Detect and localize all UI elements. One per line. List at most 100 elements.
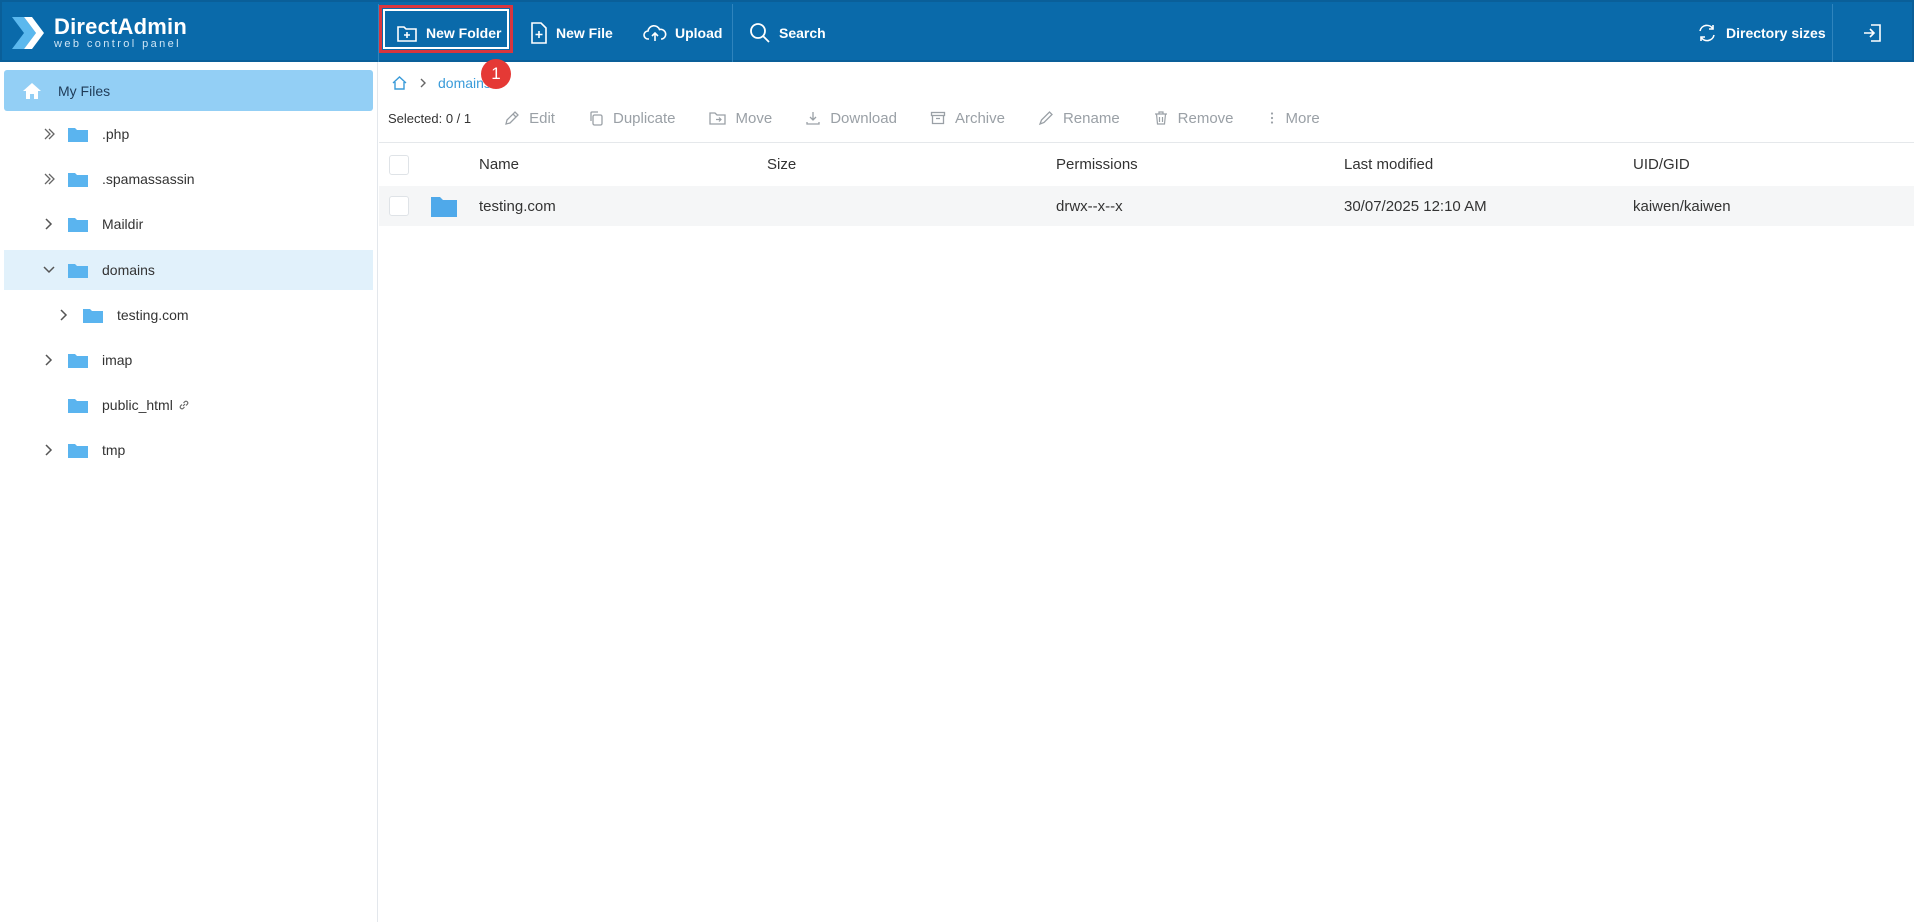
download-icon xyxy=(806,112,820,125)
sidebar-item-spamassassin[interactable]: .spamassassin xyxy=(4,159,373,199)
search-button[interactable]: Search xyxy=(749,8,826,58)
trash-icon xyxy=(1154,111,1167,125)
sidebar-item-label: .php xyxy=(102,126,130,142)
sidebar-item-label: Maildir xyxy=(102,216,144,232)
cloud-upload-icon xyxy=(643,25,667,41)
folder-icon xyxy=(68,218,88,232)
chevron-right-icon xyxy=(45,444,53,456)
chevron-right-icon xyxy=(45,354,53,366)
row-checkbox[interactable] xyxy=(389,196,409,216)
sidebar-item-public-html[interactable]: public_html xyxy=(4,385,373,425)
sidebar-root-label: My Files xyxy=(58,82,111,99)
folder-icon xyxy=(68,128,88,142)
folder-icon xyxy=(431,197,457,217)
chevron-right-icon xyxy=(45,218,53,230)
sidebar-item-imap[interactable]: imap xyxy=(4,340,373,380)
sidebar-item-label: testing.com xyxy=(117,307,189,323)
download-button[interactable]: Download xyxy=(805,110,897,127)
move-button[interactable]: Move xyxy=(708,109,773,127)
sidebar-item-label: imap xyxy=(102,352,133,368)
folder-icon xyxy=(68,444,88,458)
folder-icon xyxy=(68,173,88,187)
column-uid-gid-header[interactable]: UID/GID xyxy=(1633,156,1690,173)
duplicate-button[interactable]: Duplicate xyxy=(588,110,676,127)
sidebar-item-maildir[interactable]: Maildir xyxy=(4,204,373,244)
directory-sizes-label: Directory sizes xyxy=(1726,25,1826,41)
chevron-right-icon xyxy=(420,78,426,88)
selected-count: Selected: 0 / 1 xyxy=(388,110,472,126)
sidebar-item-php[interactable]: .php xyxy=(4,114,373,154)
search-label: Search xyxy=(779,25,826,41)
remove-button[interactable]: Remove xyxy=(1153,110,1234,127)
sidebar-item-label: domains xyxy=(102,262,155,278)
folder-icon xyxy=(83,309,103,323)
toolbar-divider xyxy=(1832,4,1833,62)
move-label: Move xyxy=(735,109,773,127)
sidebar-item-tmp[interactable]: tmp xyxy=(4,430,373,470)
column-name-header[interactable]: Name xyxy=(479,156,519,173)
upload-button[interactable]: Upload xyxy=(643,8,722,58)
upload-label: Upload xyxy=(675,25,723,41)
chevron-right-icon xyxy=(60,309,68,321)
download-label: Download xyxy=(830,109,897,127)
double-chevron-right-icon xyxy=(44,128,55,140)
file-plus-icon xyxy=(531,22,547,44)
sidebar-item-label: tmp xyxy=(102,442,126,458)
row-last-modified: 30/07/2025 12:10 AM xyxy=(1344,197,1487,215)
logo-title: DirectAdmin xyxy=(54,14,187,39)
directadmin-logo-icon xyxy=(12,17,44,49)
column-last-modified-header[interactable]: Last modified xyxy=(1344,156,1433,173)
file-actions-bar: Selected: 0 / 1 Edit Duplicate Move Down… xyxy=(388,100,1353,136)
new-file-label: New File xyxy=(556,25,613,41)
remove-label: Remove xyxy=(1177,109,1234,127)
toolbar-divider xyxy=(732,4,733,62)
sidebar-item-label: .spamassassin xyxy=(102,171,195,187)
pen-icon xyxy=(1038,111,1053,126)
logo-subtitle: web control panel xyxy=(54,38,182,50)
new-file-button[interactable]: New File xyxy=(530,8,613,58)
directadmin-logo[interactable]: DirectAdmin web control panel xyxy=(10,12,200,54)
rename-button[interactable]: Rename xyxy=(1038,110,1120,127)
folder-icon xyxy=(68,264,88,278)
edit-label: Edit xyxy=(529,109,555,127)
pencil-icon xyxy=(505,111,520,125)
more-label: More xyxy=(1285,109,1320,127)
breadcrumb: domains xyxy=(391,72,491,94)
more-vertical-icon xyxy=(1270,112,1273,124)
step-badge: 1 xyxy=(481,59,511,89)
sidebar-item-label: public_html xyxy=(102,397,173,413)
directory-sizes-button[interactable]: Directory sizes xyxy=(1696,8,1826,58)
file-tree-sidebar: My Files .php .spamassassin Maildir doma… xyxy=(0,62,378,922)
sidebar-item-domains[interactable]: domains xyxy=(4,250,373,290)
archive-label: Archive xyxy=(954,109,1005,127)
refresh-icon xyxy=(1699,24,1715,42)
folder-icon xyxy=(68,399,88,413)
home-icon xyxy=(23,82,41,99)
row-permissions: drwx--x--x xyxy=(1056,197,1123,215)
folder-move-icon xyxy=(708,112,726,125)
more-button[interactable]: More xyxy=(1267,110,1320,127)
table-header: Name Size Permissions Last modified UID/… xyxy=(379,142,1914,186)
row-name[interactable]: testing.com xyxy=(479,198,556,215)
sidebar-item-testing-com[interactable]: testing.com xyxy=(4,295,373,335)
select-all-checkbox[interactable] xyxy=(389,154,409,175)
column-permissions-header[interactable]: Permissions xyxy=(1056,156,1138,173)
folder-icon xyxy=(68,354,88,368)
table-row[interactable]: testing.com drwx--x--x 30/07/2025 12:10 … xyxy=(379,186,1914,226)
rename-label: Rename xyxy=(1062,109,1120,127)
chevron-down-icon xyxy=(43,266,55,274)
sidebar-item-my-files[interactable]: My Files xyxy=(4,70,373,111)
search-icon xyxy=(750,23,770,43)
duplicate-label: Duplicate xyxy=(612,109,676,127)
edit-button[interactable]: Edit xyxy=(504,110,555,127)
home-icon[interactable] xyxy=(391,75,408,91)
column-size-header[interactable]: Size xyxy=(767,156,796,173)
copy-icon xyxy=(590,111,603,126)
new-folder-highlight xyxy=(379,5,513,53)
double-chevron-right-icon xyxy=(44,173,55,185)
link-icon xyxy=(179,400,189,410)
logout-button[interactable] xyxy=(1862,8,1892,58)
top-bar: DirectAdmin web control panel New Folder… xyxy=(0,0,1914,62)
archive-button[interactable]: Archive xyxy=(930,110,1005,127)
archive-icon xyxy=(930,111,946,125)
